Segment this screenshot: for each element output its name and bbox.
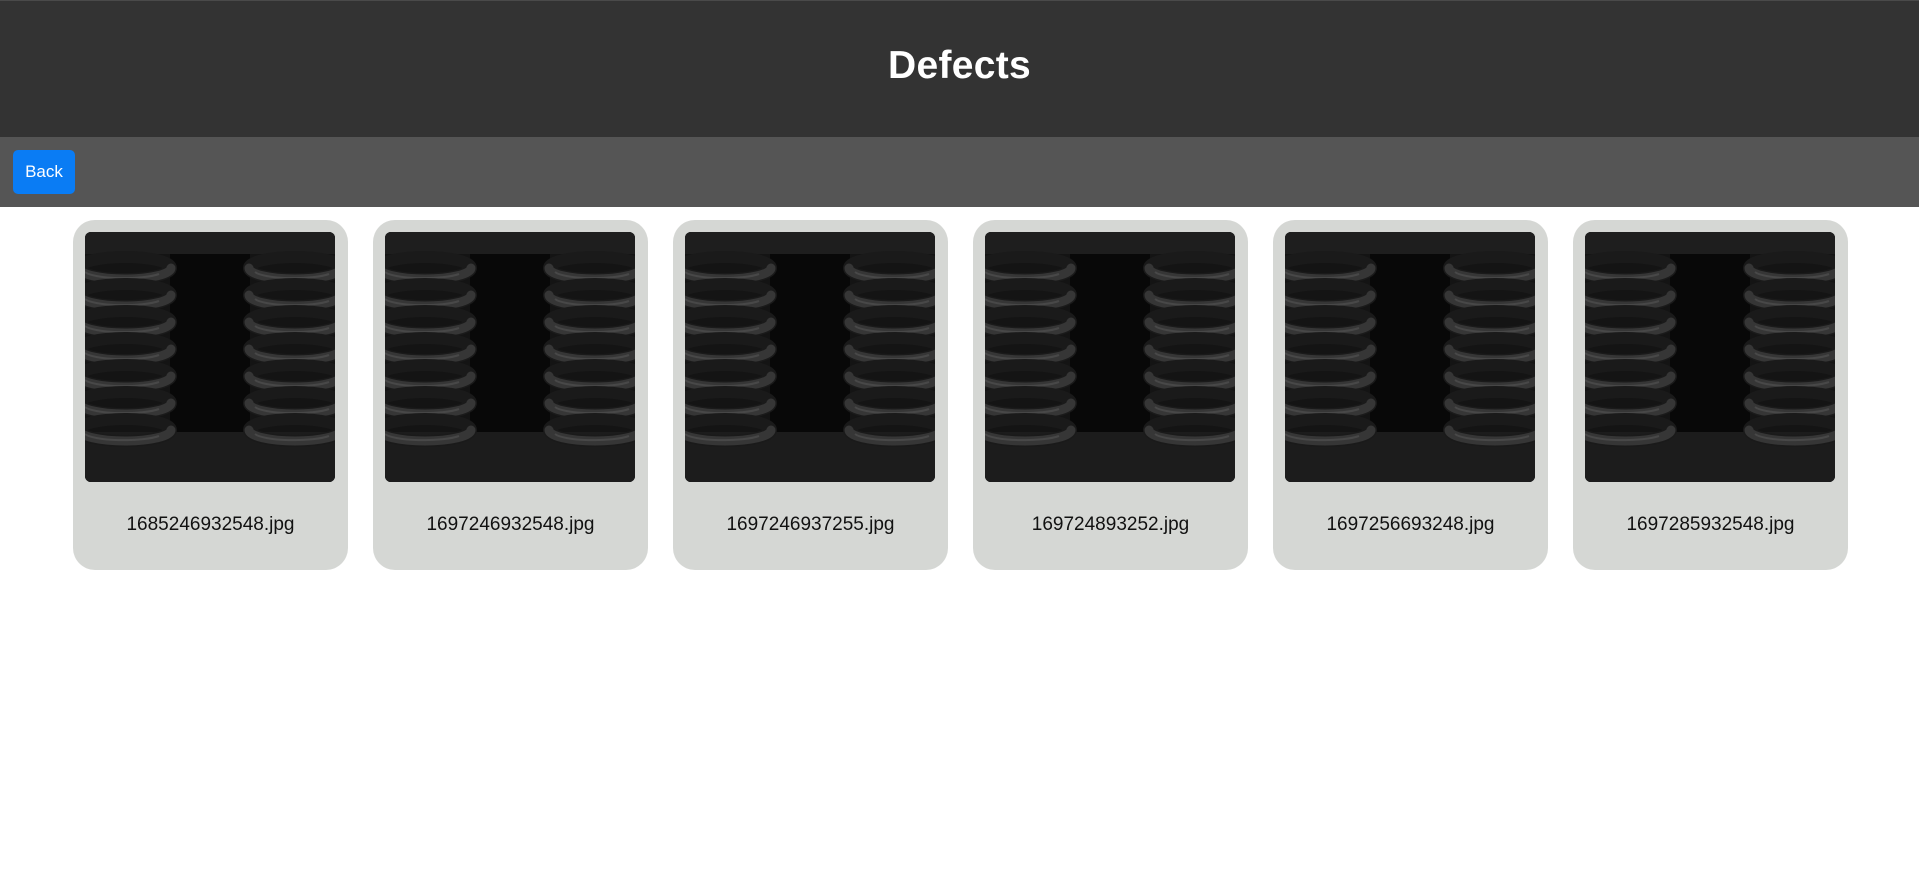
image-filename: 169724893252.jpg (1031, 514, 1190, 535)
image-thumbnail[interactable] (1585, 232, 1835, 482)
toolbar: Back (0, 137, 1919, 207)
image-thumbnail[interactable] (985, 232, 1235, 482)
image-card[interactable]: 1697256693248.jpg (1273, 220, 1548, 570)
image-thumbnail[interactable] (685, 232, 935, 482)
image-card[interactable]: 1697246937255.jpg (673, 220, 948, 570)
coil-spring-photo-icon (985, 232, 1235, 482)
coil-spring-photo-icon (385, 232, 635, 482)
image-card[interactable]: 169724893252.jpg (973, 220, 1248, 570)
image-filename: 1685246932548.jpg (126, 514, 295, 535)
page-title: Defects (888, 44, 1031, 87)
image-filename: 1697285932548.jpg (1626, 514, 1795, 535)
defect-gallery: 1685246932548.jpg 1697246932548.jpg 1697… (73, 220, 1848, 570)
coil-spring-photo-icon (1285, 232, 1535, 482)
page-header: Defects (0, 0, 1919, 137)
coil-spring-photo-icon (85, 232, 335, 482)
back-button[interactable]: Back (13, 150, 75, 194)
image-card[interactable]: 1685246932548.jpg (73, 220, 348, 570)
image-thumbnail[interactable] (385, 232, 635, 482)
image-thumbnail[interactable] (85, 232, 335, 482)
image-filename: 1697246932548.jpg (426, 514, 595, 535)
coil-spring-photo-icon (685, 232, 935, 482)
coil-spring-photo-icon (1585, 232, 1835, 482)
image-card[interactable]: 1697285932548.jpg (1573, 220, 1848, 570)
image-thumbnail[interactable] (1285, 232, 1535, 482)
image-filename: 1697256693248.jpg (1326, 514, 1495, 535)
image-card[interactable]: 1697246932548.jpg (373, 220, 648, 570)
image-filename: 1697246937255.jpg (726, 514, 895, 535)
